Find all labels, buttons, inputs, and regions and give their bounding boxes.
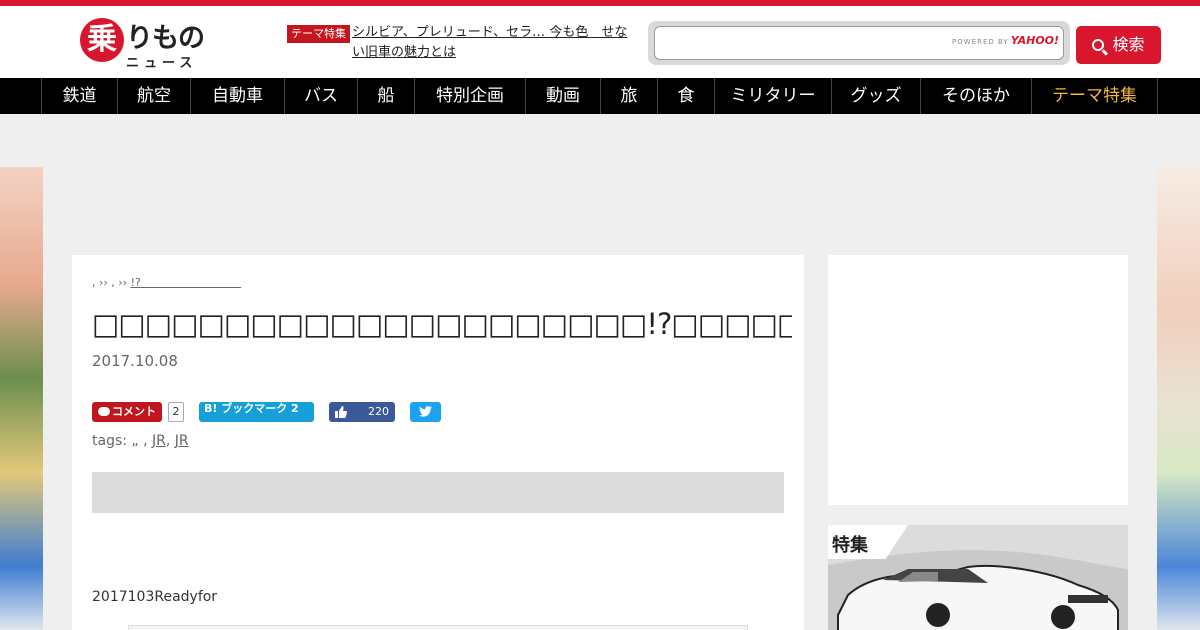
search-button[interactable]: 検索 [1076, 26, 1161, 64]
facebook-like-count: 220 [368, 405, 389, 418]
site-header: 乗 りもの ニュース テーマ特集 シルビア、プレリュード、セラ… 今も色 せない… [0, 6, 1200, 78]
nav-item-aviation[interactable]: 航空 [117, 78, 190, 114]
nav-item-car[interactable]: 自動車 [190, 78, 284, 114]
sidebar-ad-slot[interactable] [828, 255, 1128, 505]
tag-list: tags: „ , JR, JR [92, 433, 189, 449]
logo-text: りもの [126, 23, 205, 54]
breadcrumb: , ›› , ›› !? [92, 276, 241, 289]
comment-button[interactable]: コメント [92, 402, 162, 422]
nav-item-special[interactable]: 特別企画 [414, 78, 525, 114]
nav-item-ship[interactable]: 船 [357, 78, 414, 114]
tag-link[interactable]: JR [175, 433, 189, 449]
twitter-share-button[interactable] [410, 402, 441, 422]
facebook-like-button[interactable]: 220 [329, 402, 395, 422]
twitter-bird-icon [419, 406, 432, 417]
nav-item-travel[interactable]: 旅 [600, 78, 657, 114]
nav-item-railway[interactable]: 鉄道 [41, 78, 117, 114]
article-body-text: 2017103Readyfor [92, 589, 218, 605]
comment-label: コメント [112, 405, 156, 418]
search-icon [1092, 39, 1105, 51]
breadcrumb-underline [140, 287, 241, 288]
comment-count: 2 [168, 402, 184, 422]
search-button-label: 検索 [1112, 35, 1145, 54]
tags-prefix: „ , [126, 433, 153, 449]
breadcrumb-prefix: , ›› , ›› [92, 276, 131, 289]
nav-item-theme[interactable]: テーマ特集 [1031, 78, 1158, 114]
article-card: , ›› , ›› !? □□□□□□□□□□□□□□□□□□□□□!?□□□□… [72, 255, 804, 630]
left-side-banner-ad[interactable] [0, 167, 43, 630]
thumbs-up-icon [335, 406, 347, 418]
main-nav: 鉄道 航空 自動車 バス 船 特別企画 動画 旅 食 ミリタリー グッズ そのほ… [0, 78, 1200, 114]
nav-item-food[interactable]: 食 [657, 78, 714, 114]
sidebar-feature-card[interactable]: 特集 [828, 525, 1128, 630]
theme-badge: テーマ特集 [287, 25, 350, 43]
tag-link[interactable]: JR [152, 433, 166, 449]
hatena-bookmark-button[interactable]: B! ブックマーク 2 [199, 402, 314, 422]
article-date: 2017.10.08 [92, 352, 178, 370]
tags-label: tags: [92, 433, 127, 449]
logo-subtext: ニュース [126, 56, 198, 71]
site-logo[interactable]: 乗 りもの ニュース [80, 18, 210, 71]
article-title: □□□□□□□□□□□□□□□□□□□□□!?□□□□□□□□□□□□□□□□□… [92, 307, 792, 341]
comment-icon [98, 407, 110, 416]
yahoo-logo: YAHOO! [1010, 34, 1060, 47]
nav-item-video[interactable]: 動画 [525, 78, 600, 114]
article-quote-box [128, 625, 748, 630]
yahoo-powered-by: POWERED BY YAHOO! [952, 34, 1059, 47]
right-side-banner-ad[interactable] [1157, 167, 1200, 630]
powered-by-text: POWERED BY [952, 38, 1009, 46]
breadcrumb-current[interactable]: !? [131, 276, 141, 289]
nav-item-goods[interactable]: グッズ [831, 78, 920, 114]
logo-mark: 乗 [80, 18, 124, 62]
article-image-placeholder [92, 472, 784, 513]
nav-item-bus[interactable]: バス [284, 78, 357, 114]
theme-headline-link[interactable]: シルビア、プレリュード、セラ… 今も色 せない旧車の魅力とは [352, 23, 632, 63]
nav-item-other[interactable]: そのほか [920, 78, 1031, 114]
nav-item-military[interactable]: ミリタリー [714, 78, 831, 114]
